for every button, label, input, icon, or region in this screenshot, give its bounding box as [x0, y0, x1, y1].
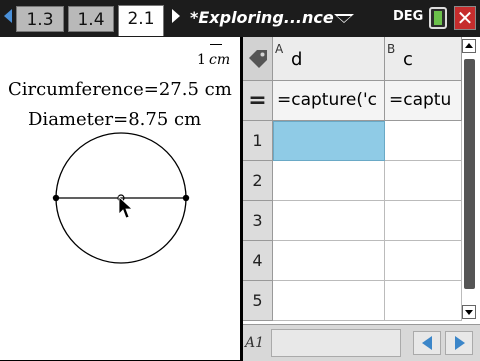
cell-a5[interactable] — [273, 281, 385, 321]
cursor-icon — [118, 196, 134, 219]
angle-mode-indicator: DEG — [393, 9, 424, 24]
row-label[interactable]: 3 — [243, 201, 273, 241]
cell-b3[interactable] — [385, 201, 462, 241]
diameter-endpoint-right — [182, 194, 190, 202]
diameter-endpoint-left — [52, 194, 60, 202]
tab-1-4[interactable]: 1.4 — [68, 6, 114, 32]
cell-a3[interactable] — [273, 201, 385, 241]
cell-b4[interactable] — [385, 241, 462, 281]
cell-b5[interactable] — [385, 281, 462, 321]
formula-row-label[interactable]: = — [243, 81, 273, 121]
tab-left-arrow-icon[interactable] — [4, 9, 12, 23]
column-letter: A — [275, 42, 284, 56]
vertical-scrollbar[interactable] — [462, 39, 478, 321]
geometry-panel[interactable]: 1 cm Circumference=27.5 cm Diameter=8.75… — [0, 37, 240, 360]
column-name[interactable]: d — [291, 49, 302, 70]
formula-cell-b[interactable]: =captu — [385, 81, 462, 121]
document-title[interactable]: *Exploring...nce — [190, 8, 334, 27]
tab-2-1[interactable]: 2.1 — [118, 5, 164, 36]
dropdown-icon[interactable] — [334, 14, 354, 23]
cell-a1[interactable] — [273, 121, 385, 161]
cell-a4[interactable] — [273, 241, 385, 281]
scroll-up-icon[interactable] — [462, 39, 476, 53]
row-label[interactable]: 5 — [243, 281, 273, 321]
column-header-a[interactable]: A d — [273, 37, 385, 81]
circle-figure[interactable] — [0, 37, 240, 360]
row-label[interactable]: 1 — [243, 121, 273, 161]
column-name[interactable]: c — [403, 49, 413, 70]
tag-icon — [249, 50, 267, 68]
close-icon: ✕ — [456, 6, 474, 30]
cell-b1[interactable] — [385, 121, 462, 161]
entry-line-input[interactable] — [271, 329, 401, 357]
cell-a2[interactable] — [273, 161, 385, 201]
sheet-corner[interactable] — [243, 37, 273, 81]
column-letter: B — [387, 42, 396, 56]
row-label[interactable]: 4 — [243, 241, 273, 281]
nav-right-arrow-icon[interactable] — [445, 331, 473, 355]
formula-cell-a[interactable]: =capture('c — [273, 81, 385, 121]
column-header-b[interactable]: B c — [385, 37, 462, 81]
top-toolbar: 1.3 1.4 2.1 *Exploring...nce DEG ✕ — [0, 0, 480, 37]
cell-b2[interactable] — [385, 161, 462, 201]
close-button[interactable]: ✕ — [454, 6, 476, 30]
entry-bar: A1 — [243, 324, 480, 361]
row-label[interactable]: 2 — [243, 161, 273, 201]
tab-1-3[interactable]: 1.3 — [16, 6, 64, 32]
battery-icon — [429, 7, 447, 29]
spreadsheet-panel[interactable]: A d B c = =capture('c =captu 1 2 3 4 5 A… — [243, 37, 480, 361]
cell-reference: A1 — [245, 335, 265, 351]
nav-left-arrow-icon[interactable] — [413, 331, 441, 355]
scroll-down-icon[interactable] — [462, 305, 476, 319]
scroll-thumb[interactable] — [464, 59, 475, 289]
tab-right-arrow-icon[interactable] — [172, 9, 180, 23]
